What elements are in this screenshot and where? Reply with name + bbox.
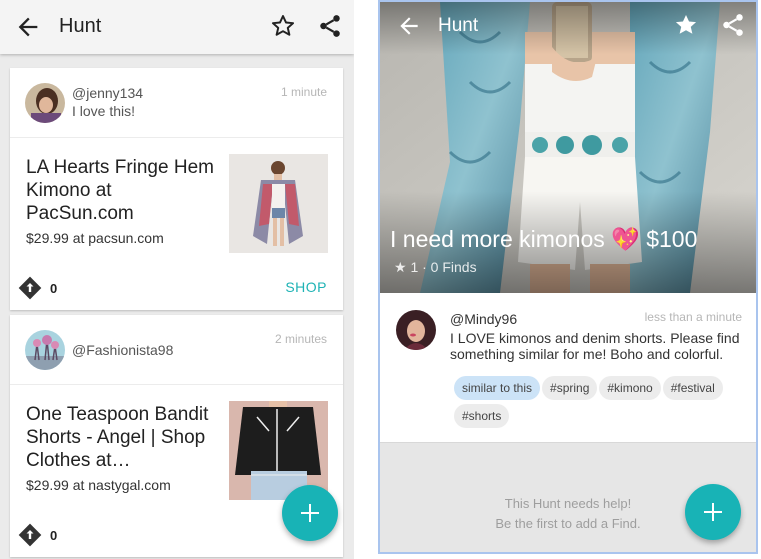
add-find-fab[interactable] (685, 484, 741, 540)
comment-text: I love this! (72, 103, 136, 119)
favorite-star-icon[interactable] (270, 13, 296, 39)
hunt-stats: ★ 1 · 0 Finds (394, 259, 477, 275)
hunt-post: @Mindy96 less than a minute I LOVE kimon… (380, 293, 756, 443)
add-find-fab[interactable] (282, 485, 338, 541)
vote-count: 0 (50, 528, 58, 543)
timestamp: 2 minutes (274, 332, 327, 346)
share-icon[interactable] (720, 12, 746, 38)
find-card-footer: 0 SHOP (10, 276, 343, 310)
user-avatar[interactable] (25, 83, 65, 123)
back-arrow-icon[interactable] (14, 13, 42, 41)
favorite-star-filled-icon[interactable] (673, 12, 699, 38)
find-card[interactable]: @jenny134 I love this! 1 minute LA Heart… (10, 68, 343, 310)
upvote-diamond-icon[interactable] (18, 523, 42, 547)
tag-list: similar to this #spring #kimono #festival #s… (454, 376, 750, 432)
user-avatar[interactable] (396, 310, 436, 350)
find-card-header: @Fashionista98 2 minutes (10, 315, 343, 385)
user-avatar[interactable] (25, 330, 65, 370)
timestamp: 1 minute (280, 85, 327, 99)
username[interactable]: @Fashionista98 (72, 342, 173, 358)
top-app-bar: Hunt (0, 0, 354, 54)
find-card-header: @jenny134 I love this! 1 minute (10, 68, 343, 138)
hunt-title-text: I need more kimonos (390, 226, 605, 252)
tag-chip[interactable]: similar to this (454, 376, 541, 400)
page-title: Hunt (438, 15, 479, 36)
tag-chip[interactable]: #shorts (454, 404, 510, 428)
username[interactable]: @Mindy96 (450, 311, 517, 327)
vote-count: 0 (50, 281, 58, 296)
hunt-budget: $100 (646, 226, 698, 252)
product-title[interactable]: One Teaspoon Bandit Shorts - Angel | Sho… (26, 403, 216, 472)
tag-chip[interactable]: #kimono (599, 376, 661, 400)
shop-button[interactable]: SHOP (285, 279, 327, 295)
hunt-hero-image: Hunt I need more kimonos 💖 $100 ★ 1 · 0 … (380, 2, 756, 293)
product-section[interactable]: LA Hearts Fringe Hem Kimono at PacSun.co… (10, 138, 343, 276)
product-price: $29.99 at nastygal.com (26, 477, 171, 493)
hunt-feed-screen: Hunt @jenny134 I love this! 1 minute LA … (0, 0, 354, 559)
upvote-diamond-icon[interactable] (18, 276, 42, 300)
plus-icon (704, 503, 722, 521)
plus-icon (301, 504, 319, 522)
product-price: $29.99 at pacsun.com (26, 230, 164, 246)
hunt-detail-screen: Hunt I need more kimonos 💖 $100 ★ 1 · 0 … (378, 0, 758, 554)
tag-chip[interactable]: #spring (542, 376, 598, 400)
product-image[interactable] (229, 154, 328, 253)
page-title: Hunt (59, 15, 102, 37)
product-title[interactable]: LA Hearts Fringe Hem Kimono at PacSun.co… (26, 156, 216, 225)
back-arrow-icon[interactable] (396, 13, 422, 39)
share-icon[interactable] (317, 13, 343, 39)
tag-chip[interactable]: #festival (662, 376, 723, 400)
timestamp: less than a minute (644, 310, 742, 324)
username[interactable]: @jenny134 (72, 85, 143, 101)
sparkling-heart-emoji: 💖 (611, 226, 640, 252)
hunt-description: I LOVE kimonos and denim shorts. Please … (450, 330, 740, 362)
hunt-title: I need more kimonos 💖 $100 (390, 226, 697, 253)
